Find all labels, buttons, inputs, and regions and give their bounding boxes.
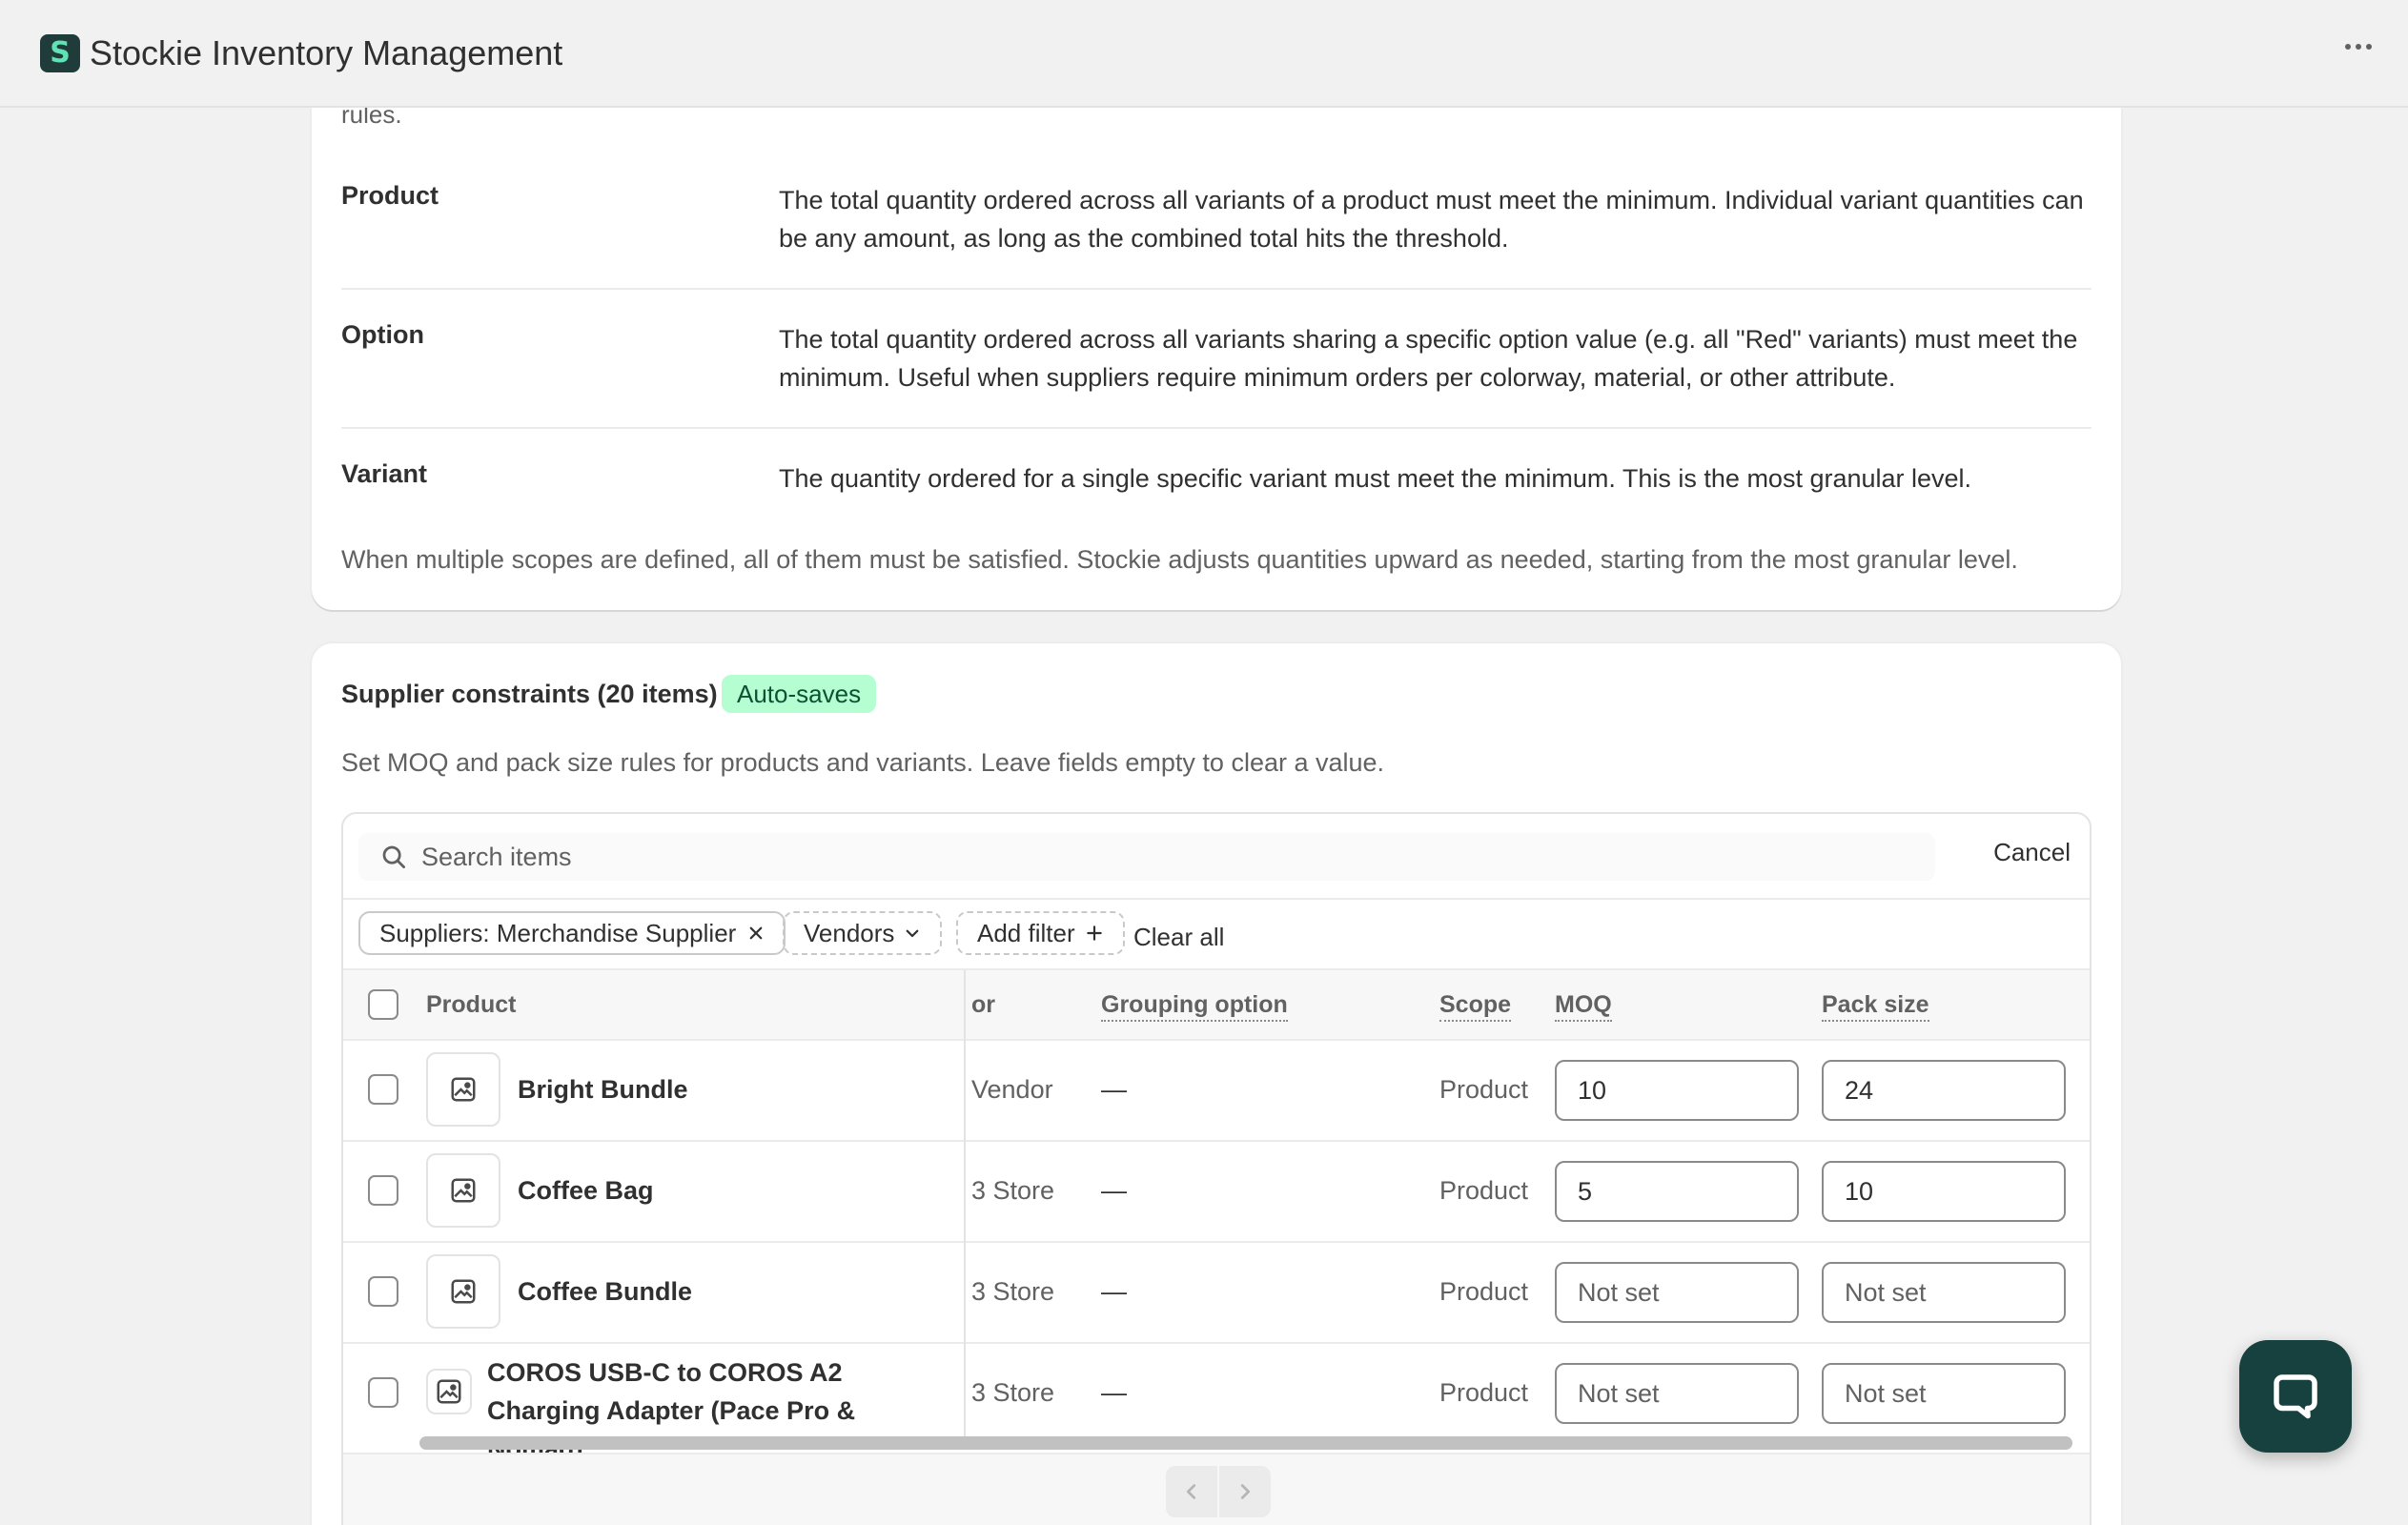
row-checkbox[interactable]	[368, 1377, 398, 1408]
scope-name: Product	[341, 181, 439, 210]
app-header: S Stockie Inventory Management	[0, 0, 2408, 108]
column-header-grouping-option[interactable]: Grouping option	[1101, 991, 1288, 1022]
sticky-column-divider	[964, 970, 966, 1437]
image-placeholder-icon	[451, 1077, 476, 1102]
horizontal-scrollbar[interactable]	[419, 1436, 2072, 1450]
image-placeholder-icon	[451, 1178, 476, 1203]
plus-icon	[1086, 925, 1102, 941]
scope-name: Option	[341, 320, 424, 349]
table-header: Product or Grouping option Scope MOQ Pac…	[343, 970, 2090, 1041]
image-placeholder-icon	[437, 1379, 461, 1404]
select-all-checkbox[interactable]	[368, 989, 398, 1020]
vendor-cell: 3 Store	[971, 1378, 1055, 1407]
section-description: Set MOQ and pack size rules for products…	[341, 748, 1385, 777]
vendor-cell: Vendor	[971, 1075, 1053, 1104]
vendor-cell: 3 Store	[971, 1277, 1055, 1306]
product-name[interactable]: Bright Bundle	[518, 1075, 687, 1105]
close-icon[interactable]	[747, 925, 765, 942]
product-name[interactable]: COROS USB-C to COROS A2 Charging Adapter…	[487, 1353, 954, 1468]
grouping-cell: —	[1101, 1277, 1127, 1306]
row-checkbox[interactable]	[368, 1175, 398, 1206]
scope-description: The total quantity ordered across all va…	[779, 325, 2078, 392]
vendors-filter-pill[interactable]: Vendors	[783, 911, 943, 955]
column-header-scope[interactable]: Scope	[1439, 991, 1512, 1022]
pack-size-input[interactable]	[1822, 1161, 2066, 1222]
product-name[interactable]: Coffee Bag	[518, 1176, 654, 1206]
scopes-card: rules. Product The total quantity ordere…	[312, 57, 2121, 610]
add-filter-button[interactable]: Add filter	[956, 911, 1125, 955]
grouping-cell: —	[1101, 1176, 1127, 1205]
product-thumbnail	[426, 1153, 500, 1228]
constraints-table: Cancel Suppliers: Merchandise Supplier V…	[341, 812, 2092, 1525]
divider	[341, 288, 2092, 290]
table-row: COROS USB-C to COROS A2 Charging Adapter…	[343, 1344, 2090, 1463]
search-field[interactable]	[358, 833, 1935, 881]
supplier-constraints-card: Supplier constraints (20 items) Auto-sav…	[312, 643, 2121, 1525]
filter-pill-label: Suppliers: Merchandise Supplier	[379, 918, 737, 947]
image-placeholder-icon	[451, 1279, 476, 1304]
scope-name: Variant	[341, 459, 428, 488]
grouping-cell: —	[1101, 1075, 1127, 1104]
moq-input[interactable]	[1555, 1262, 1799, 1323]
pack-size-input[interactable]	[1822, 1060, 2066, 1121]
app-title: Stockie Inventory Management	[90, 32, 563, 72]
auto-saves-badge: Auto-saves	[722, 675, 877, 713]
scope-description: The total quantity ordered across all va…	[779, 186, 2084, 253]
section-title: Supplier constraints (20 items)	[341, 680, 718, 708]
more-actions-icon[interactable]	[2337, 36, 2379, 57]
scopes-footnote: When multiple scopes are defined, all of…	[341, 545, 2018, 574]
filter-pill-label: Vendors	[804, 918, 895, 947]
pagination	[343, 1453, 2090, 1525]
moq-input[interactable]	[1555, 1363, 1799, 1424]
chevron-left-icon	[1186, 1484, 1196, 1499]
scope-description: The quantity ordered for a single specif…	[779, 464, 1972, 493]
search-row: Cancel	[343, 814, 2090, 900]
cancel-search-button[interactable]: Cancel	[1993, 838, 2071, 867]
filter-row: Suppliers: Merchandise Supplier Vendors …	[343, 900, 2090, 970]
moq-input[interactable]	[1555, 1060, 1799, 1121]
vendor-cell: 3 Store	[971, 1176, 1055, 1205]
pack-size-input[interactable]	[1822, 1363, 2066, 1424]
scope-cell: Product	[1439, 1176, 1529, 1205]
previous-page-button[interactable]	[1166, 1466, 1217, 1517]
chat-support-button[interactable]	[2239, 1340, 2352, 1453]
column-header-vendor[interactable]: or	[971, 991, 995, 1019]
search-icon	[382, 845, 405, 868]
product-thumbnail	[426, 1369, 472, 1414]
pack-size-input[interactable]	[1822, 1262, 2066, 1323]
column-header-moq[interactable]: MOQ	[1555, 991, 1612, 1022]
table-row: Coffee Bundle 3 Store — Product	[343, 1243, 2090, 1344]
table-row: Coffee Bag 3 Store — Product	[343, 1142, 2090, 1243]
product-name[interactable]: Coffee Bundle	[518, 1277, 692, 1307]
moq-input[interactable]	[1555, 1161, 1799, 1222]
scope-cell: Product	[1439, 1075, 1529, 1104]
scope-cell: Product	[1439, 1277, 1529, 1306]
product-thumbnail	[426, 1052, 500, 1127]
chevron-right-icon	[1240, 1484, 1251, 1499]
supplier-filter-pill[interactable]: Suppliers: Merchandise Supplier	[358, 911, 786, 955]
column-header-pack-size[interactable]: Pack size	[1822, 991, 1929, 1022]
search-input[interactable]	[421, 842, 1851, 872]
chevron-down-icon	[907, 929, 919, 938]
chat-bubble-icon	[2274, 1374, 2317, 1419]
product-thumbnail	[426, 1254, 500, 1329]
row-checkbox[interactable]	[368, 1074, 398, 1105]
app-logo-icon: S	[40, 33, 80, 72]
grouping-cell: —	[1101, 1378, 1127, 1407]
clear-all-button[interactable]: Clear all	[1133, 923, 1224, 952]
scope-cell: Product	[1439, 1378, 1529, 1407]
divider	[341, 427, 2092, 429]
add-filter-label: Add filter	[977, 918, 1075, 947]
row-checkbox[interactable]	[368, 1276, 398, 1307]
column-header-product[interactable]: Product	[426, 991, 516, 1019]
next-page-button[interactable]	[1219, 1466, 1271, 1517]
table-row: Bright Bundle Vendor — Product	[343, 1041, 2090, 1142]
